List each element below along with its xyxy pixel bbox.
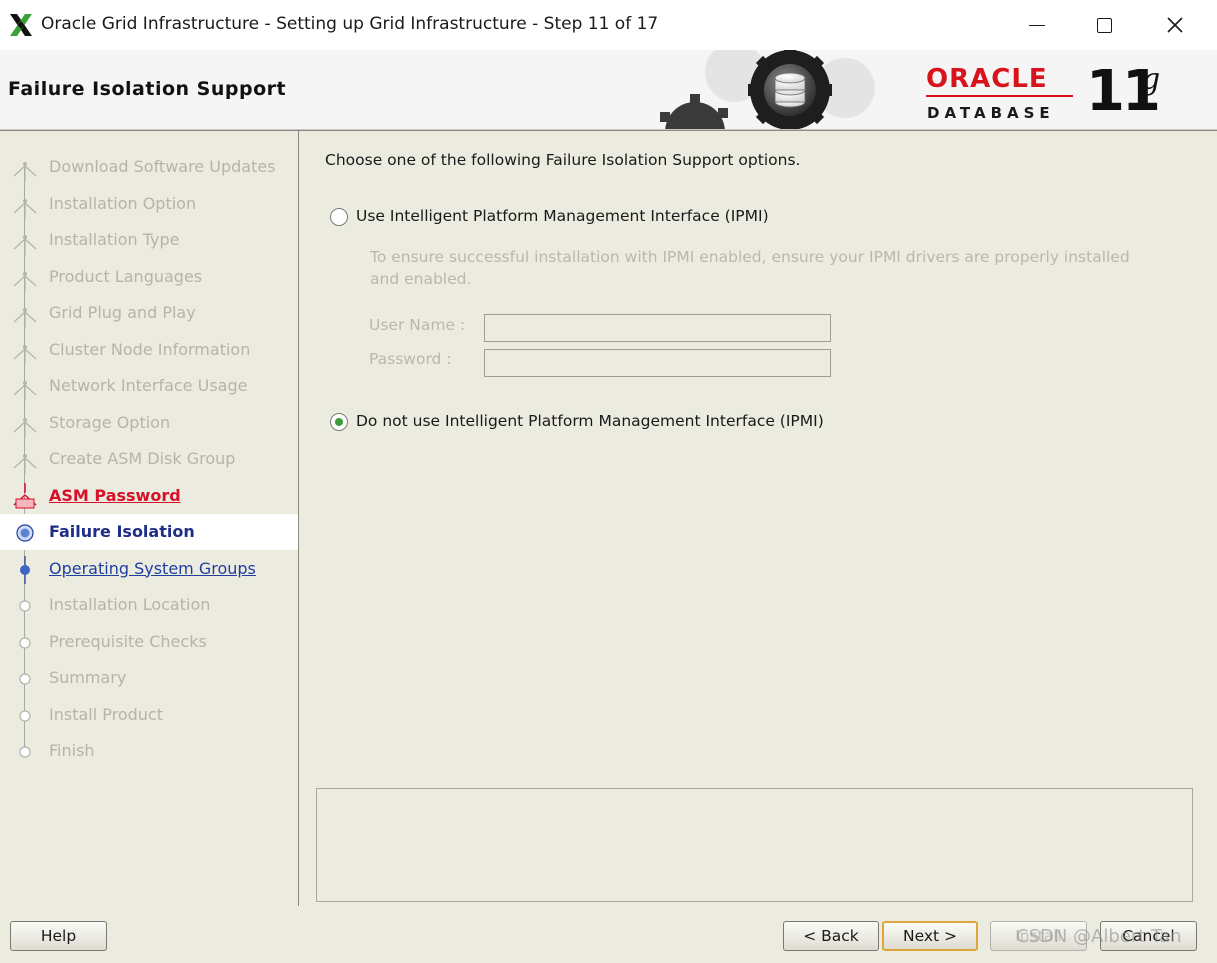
step-label: Installation Location (49, 595, 211, 614)
no-ipmi-radio[interactable] (330, 413, 348, 431)
ipmi-radio[interactable] (330, 208, 348, 226)
intro-text: Choose one of the following Failure Isol… (325, 151, 801, 169)
message-area (316, 788, 1193, 902)
step-label: ASM Password (49, 485, 181, 505)
step-done-icon (10, 300, 40, 328)
gears-graphic-icon (660, 50, 875, 129)
step-item: Create ASM Disk Group (0, 441, 298, 477)
step-item: Download Software Updates (0, 149, 298, 185)
password-label: Password : (369, 350, 452, 368)
page-title: Failure Isolation Support (8, 78, 287, 100)
step-done-icon (10, 410, 40, 438)
no-ipmi-option[interactable]: Do not use Intelligent Platform Manageme… (330, 412, 850, 434)
step-item: Install Product (0, 697, 298, 733)
back-button[interactable]: < Back (783, 921, 879, 951)
step-label: Finish (49, 741, 95, 760)
step-current-icon (10, 519, 40, 547)
ipmi-option-label: Use Intelligent Platform Management Inte… (356, 207, 769, 225)
window-titlebar: Oracle Grid Infrastructure - Setting up … (0, 0, 1217, 50)
ipmi-option[interactable]: Use Intelligent Platform Management Inte… (330, 207, 790, 229)
step-label: Prerequisite Checks (49, 631, 207, 651)
step-label: Failure Isolation (49, 522, 195, 541)
step-pending-icon (10, 702, 40, 730)
step-item: Finish (0, 733, 298, 769)
step-item: Installation Type (0, 222, 298, 258)
step-item: Installation Location (0, 587, 298, 623)
ipmi-note-line2: and enabled. (370, 270, 472, 288)
step-item: Product Languages (0, 259, 298, 295)
step-label: Install Product (49, 704, 163, 724)
step-item: Cluster Node Information (0, 332, 298, 368)
step-item: Prerequisite Checks (0, 624, 298, 660)
minimize-button[interactable] (1002, 0, 1072, 50)
step-label: Grid Plug and Play (49, 303, 196, 322)
help-button[interactable]: Help (10, 921, 107, 951)
step-done-icon (10, 373, 40, 401)
step-label: Network Interface Usage (49, 376, 248, 395)
step-item: Installation Option (0, 186, 298, 222)
step-done-icon (10, 446, 40, 474)
step-pending-icon (10, 665, 40, 693)
step-done-icon (10, 264, 40, 292)
user-name-field[interactable] (484, 314, 831, 342)
step-label: Installation Option (49, 193, 197, 213)
password-field[interactable] (484, 349, 831, 377)
step-pending-icon (10, 738, 40, 766)
app-x-icon (10, 14, 32, 36)
step-item: Grid Plug and Play (0, 295, 298, 331)
no-ipmi-option-label: Do not use Intelligent Platform Manageme… (356, 412, 824, 430)
minimize-icon (1029, 24, 1045, 26)
step-item: Storage Option (0, 405, 298, 441)
step-item: Summary (0, 660, 298, 696)
step-item: Network Interface Usage (0, 368, 298, 404)
step-next-icon (10, 555, 40, 584)
window-title: Oracle Grid Infrastructure - Setting up … (41, 14, 659, 34)
step-label: Installation Type (49, 230, 180, 249)
watermark-text: CSDN @Albert Tan (1016, 926, 1182, 947)
ipmi-note-line1: To ensure successful installation with I… (370, 248, 1130, 266)
step-label: Cluster Node Information (49, 339, 251, 359)
step-label: Summary (49, 668, 127, 687)
version-letter: g (1141, 62, 1161, 97)
step-item[interactable]: ASM Password (0, 478, 298, 514)
radio-selected-dot-icon (335, 418, 343, 426)
step-label: Operating System Groups (49, 558, 256, 578)
oracle-database-text: DATABASE (927, 104, 1055, 122)
maximize-icon (1096, 17, 1112, 33)
close-window-button[interactable] (1140, 0, 1210, 50)
step-item[interactable]: Failure Isolation (0, 514, 298, 550)
step-label: Create ASM Disk Group (49, 449, 236, 468)
step-done-icon (10, 154, 40, 182)
user-name-label: User Name : (369, 316, 466, 334)
step-label: Storage Option (49, 412, 171, 432)
step-item[interactable]: Operating System Groups (0, 551, 298, 587)
step-pending-icon (10, 629, 40, 657)
step-label: Download Software Updates (49, 157, 276, 176)
next-button[interactable]: Next > (882, 921, 978, 951)
oracle-logo-underline (926, 95, 1073, 97)
oracle-logo-text: ORACLE (926, 64, 1048, 94)
maximize-button[interactable] (1069, 0, 1139, 50)
step-label: Product Languages (49, 266, 203, 286)
step-done-icon (10, 227, 40, 255)
close-icon (1167, 17, 1183, 33)
step-done-icon (10, 191, 40, 219)
header-banner: Failure Isolation Support ORACLE DATABAS… (0, 50, 1217, 130)
step-pending-icon (10, 592, 40, 620)
step-error-icon (10, 482, 40, 511)
step-done-icon (10, 337, 40, 365)
